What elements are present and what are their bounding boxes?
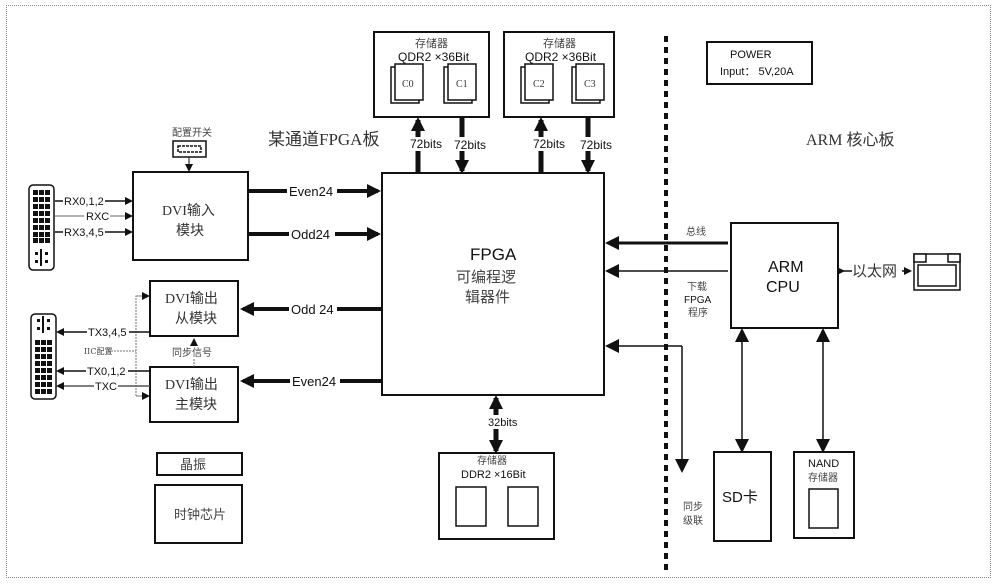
arm-label: ARM [768, 259, 804, 276]
dvi-input-module: DVI输入 模块 [132, 171, 249, 261]
fpga-block: FPGA 可编程逻 辑器件 [381, 172, 605, 396]
fpga-desc-1: 可编程逻 [456, 268, 516, 286]
fpga-label: FPGA [470, 245, 517, 264]
chip-c0-label: C0 [402, 79, 414, 90]
dvi-slave-line1: DVI输出 [165, 291, 218, 307]
sync-signal: 同步信号 [170, 338, 218, 367]
ddr-memory: 32bits 存储器 DDR2 ×16Bit [438, 395, 555, 540]
signal-tx012: TX0,1,2 [87, 366, 126, 378]
signal-tx345: TX3,4,5 [88, 327, 127, 339]
crystal-oscillator: 晶振 [156, 452, 243, 476]
bus-label-c2: 72bits [533, 137, 565, 151]
nand-storage-label: 存储器 [808, 471, 838, 484]
qdr-left-title: 存储器 [415, 36, 448, 50]
qdr-right-type: QDR2 ×36Bit [525, 50, 597, 64]
bus-even24-in: Even24 [289, 184, 333, 199]
sd-card: SD卡 [713, 328, 772, 542]
arm-board-title: ARM 核心板 [806, 131, 894, 149]
chip-c3-label: C3 [584, 79, 596, 90]
download-label-2: FPGA [684, 295, 712, 306]
iic-config-label: IIC配置 [84, 347, 112, 356]
sd-card-label: SD卡 [722, 489, 758, 506]
ethernet-link: 以太网 [837, 253, 961, 291]
nand-memory: NAND 存储器 [793, 328, 855, 539]
qdr-memory-right: 存储器 QDR2 ×36Bit C2 C3 [503, 31, 615, 118]
dvi-master-line2: 主模块 [175, 397, 217, 413]
dvi-output-master-module: DVI输出 主模块 [149, 366, 239, 423]
clock-chip: 时钟芯片 [154, 484, 243, 544]
power-label: POWER [730, 49, 772, 61]
chip-c0: C0 [390, 63, 424, 104]
power-input: Input： 5V,20A [720, 66, 794, 78]
ddr-chip-2 [507, 486, 539, 527]
ddr-title: 存储器 [477, 454, 507, 467]
chip-c2-label: C2 [533, 79, 545, 90]
bus-even24-out: Even24 [292, 374, 336, 389]
dvi-output-slave-module: DVI输出 从模块 [149, 280, 239, 337]
config-switch-label: 配置开关 [172, 126, 212, 139]
ddr-bus-label: 32bits [488, 417, 518, 429]
bus-label-c3: 72bits [580, 138, 612, 152]
bus-odd24-out: Odd 24 [291, 302, 334, 317]
config-switch: 配置开关 [172, 126, 212, 172]
nand-chip [808, 488, 839, 529]
signal-txc: TXC [95, 381, 117, 393]
bus-label-c0: 72bits [410, 137, 442, 151]
signal-rxc: RXC [86, 211, 109, 223]
sync-cascade-1: 同步 [683, 501, 703, 513]
chip-c2: C2 [520, 63, 554, 104]
cpu-label: CPU [766, 279, 800, 296]
ddr-chip-1 [455, 486, 487, 527]
qdr-right-title: 存储器 [543, 36, 576, 50]
power-box: POWER Input： 5V,20A [706, 41, 813, 85]
bus-label: 总线 [686, 225, 706, 238]
ethernet-port-icon [913, 253, 961, 291]
bus-label-c1: 72bits [454, 138, 486, 152]
nand-label: NAND [808, 458, 839, 470]
dvi-master-line1: DVI输出 [165, 377, 218, 393]
fpga-board-title: 某通道FPGA板 [268, 130, 379, 149]
dvi-input-line1: DVI输入 [162, 203, 215, 219]
dvi-input-connector [28, 184, 55, 271]
chip-c3: C3 [571, 63, 605, 104]
signal-rx012: RX0,1,2 [64, 196, 104, 208]
qdr-buses: 72bits 72bits 72bits 72bits [408, 117, 612, 174]
qdr-memory-left: 存储器 QDR2 ×36Bit C0 C1 [373, 31, 490, 118]
qdr-left-type: QDR2 ×36Bit [398, 50, 470, 64]
ddr-type: DDR2 ×16Bit [461, 469, 526, 481]
dvi-slave-line2: 从模块 [175, 311, 217, 327]
ethernet-label: 以太网 [852, 263, 897, 280]
dvi-input-line2: 模块 [176, 223, 204, 239]
dvi-output-connector [30, 313, 57, 400]
clock-chip-label: 时钟芯片 [174, 507, 226, 523]
dvi-to-fpga-buses: Even24 Odd24 [248, 183, 381, 242]
fpga-desc-2: 辑器件 [465, 288, 510, 306]
chip-c1-label: C1 [456, 79, 468, 90]
block-diagram: 某通道FPGA板 ARM 核心板 POWER Input： 5V,20A 存储器… [28, 31, 961, 572]
sync-signal-label: 同步信号 [172, 347, 212, 359]
sync-cascade-2: 级联 [683, 515, 703, 527]
dvi-input-signals: RX0,1,2 RXC RX3,4,5 [55, 194, 133, 239]
download-label-1: 下载 [687, 281, 707, 293]
signal-rx345: RX3,4,5 [64, 227, 104, 239]
bus-odd24-in: Odd24 [291, 227, 330, 242]
arm-cpu-block: ARM CPU [730, 222, 839, 329]
fpga-to-dvi-out-buses: Odd 24 Even24 [240, 301, 382, 389]
crystal-label: 晶振 [180, 458, 206, 473]
download-label-3: 程序 [688, 306, 708, 319]
chip-c1: C1 [443, 63, 477, 104]
